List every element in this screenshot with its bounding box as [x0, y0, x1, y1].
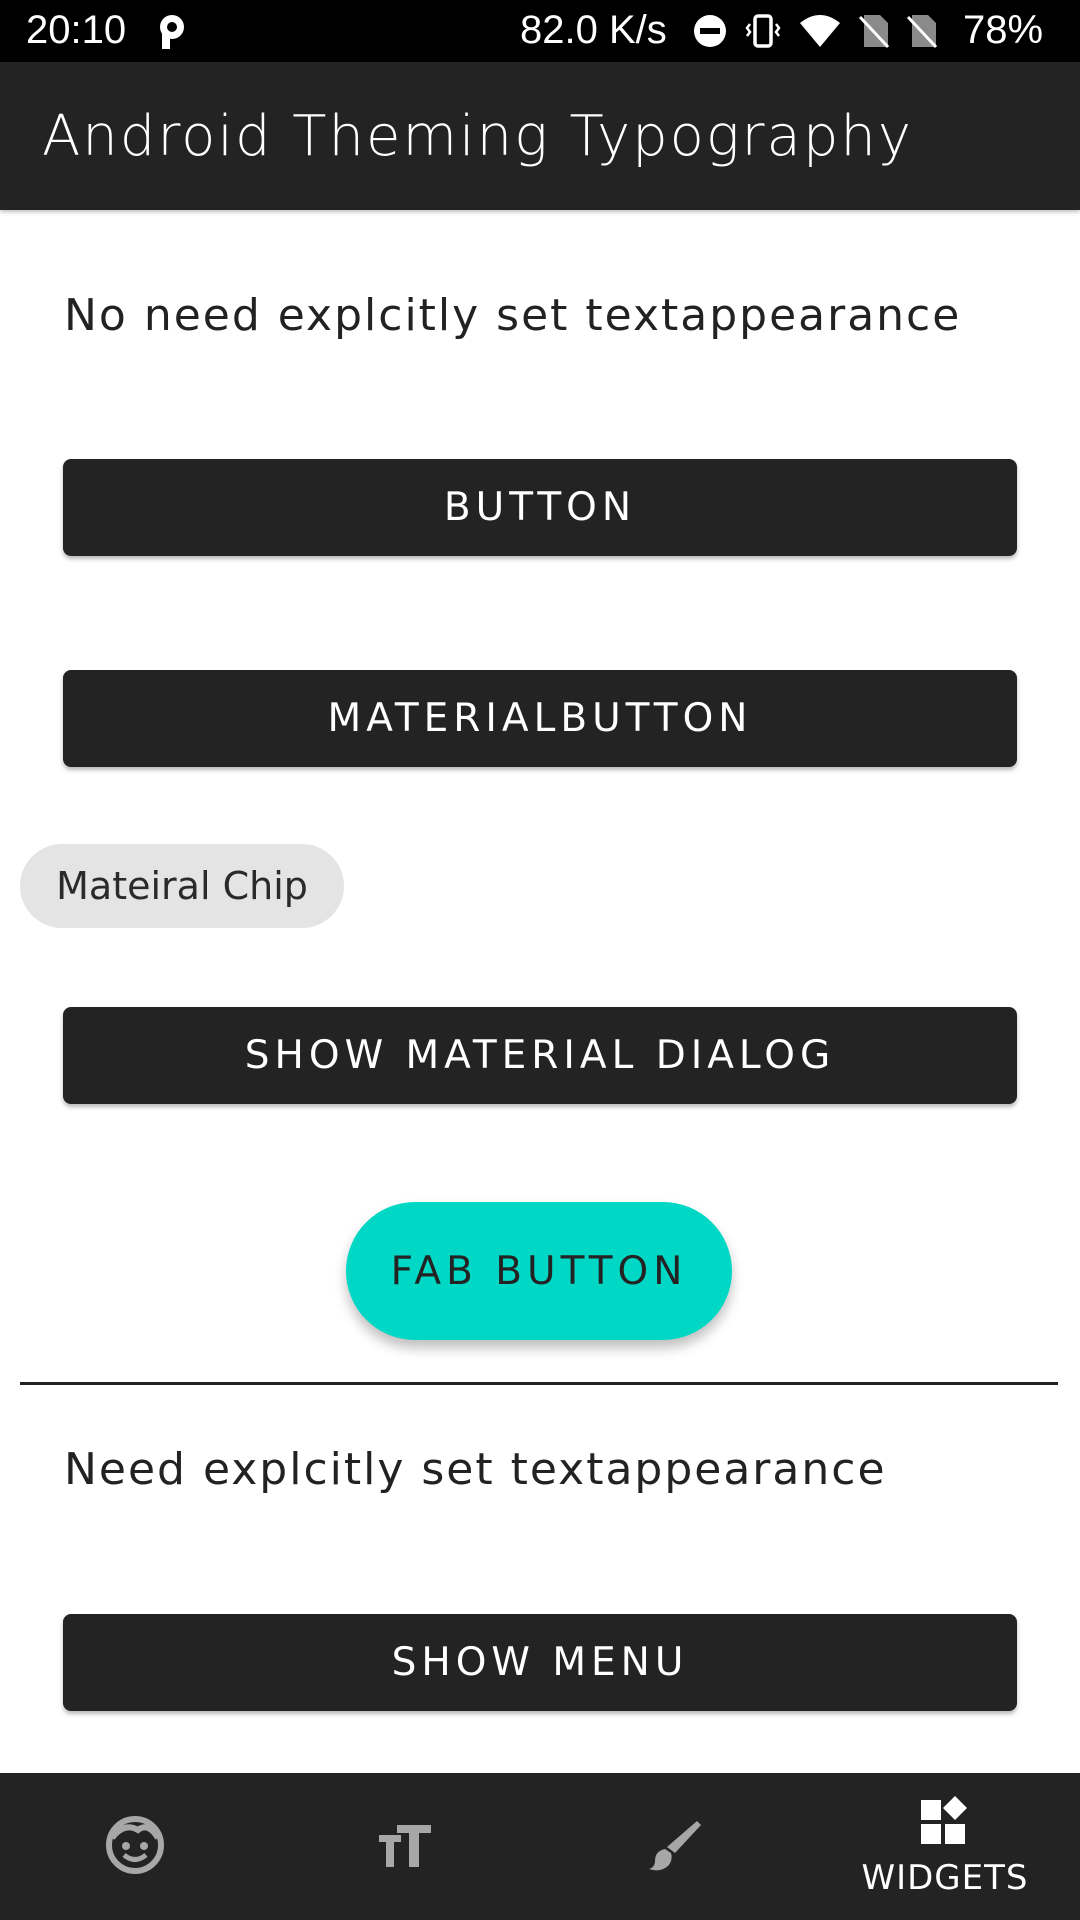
- divider: [20, 1382, 1058, 1385]
- text-size-icon: [377, 1821, 433, 1873]
- widgets-icon: [919, 1795, 971, 1852]
- no-sim-icon: [858, 13, 890, 49]
- network-speed: 82.0 K/s: [520, 8, 667, 52]
- nav-label-widgets: WIDGETS: [861, 1857, 1029, 1898]
- fab-button[interactable]: FAB BUTTON: [346, 1202, 732, 1340]
- do-not-disturb-icon: [692, 13, 728, 49]
- screen: 20:10 82.0 K/s 78% Android Theming Typog…: [0, 0, 1080, 1920]
- show-menu-button[interactable]: SHOW MENU: [63, 1614, 1017, 1711]
- wifi-icon: [798, 13, 842, 49]
- section-heading-no-need: No need explcitly set textappearance: [64, 290, 962, 341]
- parking-icon: [156, 13, 188, 49]
- no-sim-icon: [906, 13, 938, 49]
- button[interactable]: BUTTON: [63, 459, 1017, 556]
- status-bar: 20:10 82.0 K/s 78%: [0, 0, 1080, 62]
- material-chip[interactable]: Mateiral Chip: [20, 844, 344, 928]
- battery-level: 78%: [963, 8, 1044, 52]
- app-bar: Android Theming Typography: [0, 62, 1080, 210]
- bottom-navigation: WIDGETS: [0, 1773, 1080, 1920]
- nav-item-widgets[interactable]: WIDGETS: [810, 1773, 1080, 1920]
- nav-item-typography[interactable]: [270, 1773, 540, 1920]
- page-title: Android Theming Typography: [42, 104, 914, 169]
- nav-item-face[interactable]: [0, 1773, 270, 1920]
- brush-icon: [647, 1817, 703, 1877]
- show-material-dialog-button[interactable]: SHOW MATERIAL DIALOG: [63, 1007, 1017, 1104]
- status-time: 20:10: [26, 8, 127, 52]
- nav-item-brush[interactable]: [540, 1773, 810, 1920]
- face-icon: [104, 1814, 166, 1880]
- material-button[interactable]: MATERIALBUTTON: [63, 670, 1017, 767]
- vibrate-icon: [744, 12, 782, 50]
- status-icons: [692, 10, 954, 52]
- section-heading-need: Need explcitly set textappearance: [64, 1444, 887, 1495]
